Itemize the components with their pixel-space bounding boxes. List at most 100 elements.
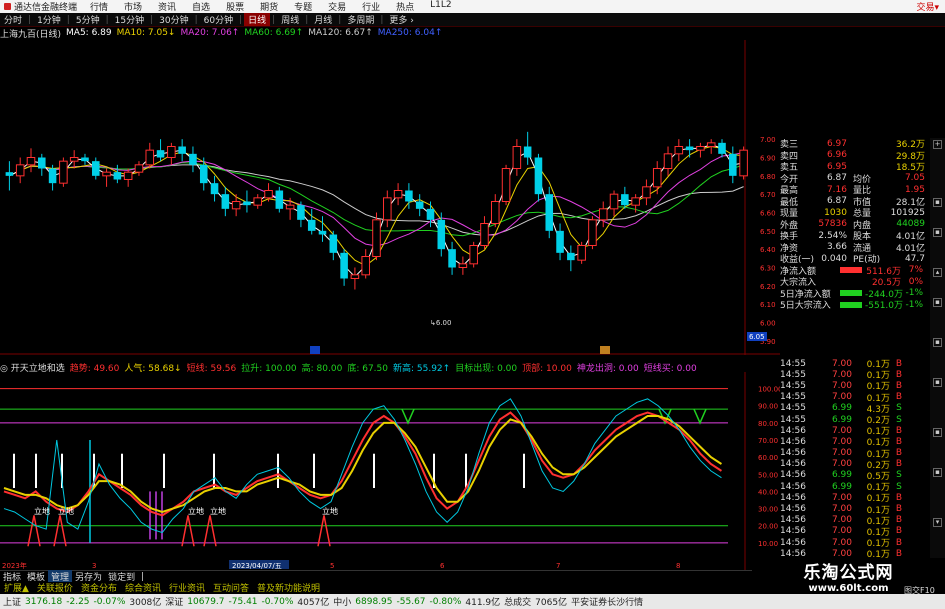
tick-time: 14:56 — [780, 504, 806, 515]
candlestick-chart[interactable]: 7.00 6.90 6.80 6.70 6.60 6.50 6.40 6.30 6.20 6.10… — [0, 40, 780, 355]
candle-body — [663, 153, 673, 170]
status-item-14: 411.9亿 — [465, 598, 501, 608]
period-tab-3[interactable]: 15分钟 — [111, 13, 148, 26]
menu-item-4[interactable]: 股票 — [218, 0, 252, 13]
panel-icon-c[interactable]: ▪ — [933, 298, 942, 307]
panel-icon-f[interactable]: ▪ — [933, 428, 942, 437]
tick-price: 7.00 — [831, 459, 852, 470]
period-tab-7[interactable]: 周线 — [277, 13, 303, 26]
panel-icon-e[interactable]: ▪ — [933, 378, 942, 387]
scroll-up-icon[interactable]: ▴ — [933, 268, 942, 277]
tick-side: B — [895, 448, 903, 459]
quote-value: 6.96 — [826, 150, 847, 161]
menu-item-8[interactable]: 行业 — [354, 0, 388, 13]
menu-item-10[interactable]: L1L2 — [422, 0, 459, 13]
price-tick-label: 6.50 — [760, 228, 776, 236]
period-tab-6[interactable]: 日线 — [244, 13, 271, 26]
candle-body — [38, 157, 46, 169]
panel-icon-d[interactable]: ▪ — [933, 338, 942, 347]
extension-tab-3[interactable]: 综合资讯 — [121, 581, 165, 594]
tick-side: B — [895, 459, 903, 470]
indicator-tick-label: 20.00 — [758, 523, 778, 531]
menu-item-2[interactable]: 资讯 — [150, 0, 184, 13]
ma-legend-3: MA60: 6.69↑ — [244, 28, 304, 38]
extension-tab-1[interactable]: 关联报价 — [33, 581, 77, 594]
tick-price: 7.00 — [831, 425, 852, 436]
indicator-tick-label: 50.00 — [758, 471, 778, 479]
quote-value: 57836 — [818, 219, 847, 230]
scroll-down-icon[interactable]: ▾ — [933, 518, 942, 527]
candle-body — [264, 190, 273, 199]
period-tab-10[interactable]: 更多 › — [385, 13, 417, 26]
tick-price: 7.00 — [831, 526, 852, 537]
menu-item-0[interactable]: 行情 — [82, 0, 116, 13]
period-tab-0[interactable]: 分时 — [0, 13, 26, 26]
extension-tab-6[interactable]: 普及新功能说明 — [253, 581, 324, 594]
period-tab-2[interactable]: 5分钟 — [72, 13, 104, 26]
flow-percent: -1% — [905, 299, 923, 310]
period-tab-8[interactable]: 月线 — [310, 13, 336, 26]
tick-side: B — [895, 537, 903, 548]
menu-item-1[interactable]: 市场 — [116, 0, 150, 13]
menu-item-3[interactable]: 自选 — [184, 0, 218, 13]
candle-body — [134, 164, 144, 173]
menu-item-6[interactable]: 专题 — [286, 0, 320, 13]
candle-body — [102, 171, 111, 177]
tick-time: 14:55 — [780, 358, 806, 369]
quote-panel: 卖三 6.97 36.2万 卖四 6.96 29.8万 卖五 6.95 18.5万 今开 6.87 均… — [780, 138, 930, 354]
tick-time: 14:56 — [780, 459, 806, 470]
status-item-5: 深证 — [165, 598, 184, 608]
tick-time: 14:55 — [780, 380, 806, 391]
f10-label[interactable]: 图交F10 — [904, 585, 935, 596]
ma-legend-5: MA250: 6.04↑ — [377, 28, 443, 38]
tick-side: B — [895, 380, 903, 391]
period-tab-4[interactable]: 30分钟 — [155, 13, 192, 26]
status-item-3: -0.07% — [93, 596, 126, 607]
menu-item-7[interactable]: 交易 — [320, 0, 354, 13]
tick-side: B — [895, 504, 903, 515]
period-separator: | — [105, 14, 109, 25]
panel-icon-b[interactable]: ▪ — [933, 228, 942, 237]
indicator-chart[interactable]: 100.00 90.00 80.00 70.00 60.00 50.00 40.00 30.0… — [0, 372, 780, 570]
panel-icon-a[interactable]: ▪ — [933, 198, 942, 207]
extension-tab-2[interactable]: 资金分布 — [77, 581, 121, 594]
tick-price: 7.00 — [831, 504, 852, 515]
price-tick-label: 6.60 — [760, 210, 776, 218]
tick-time: 14:56 — [780, 448, 806, 459]
status-item-10: 中小 — [333, 598, 352, 608]
tick-list[interactable]: 14:55 7.00 0.1万 B 14:55 7.00 0.1万 B 14:55 7.00 0.1… — [780, 358, 930, 572]
menu-item-9[interactable]: 热点 — [388, 0, 422, 13]
extension-tab-5[interactable]: 互动问答 — [209, 581, 253, 594]
app-logo-icon — [4, 3, 11, 10]
candle-body — [350, 274, 360, 279]
period-tab-9[interactable]: 多周期 — [343, 13, 378, 26]
price-tick-label: 6.00 — [760, 320, 776, 328]
quote-value: 7.16 — [826, 184, 847, 195]
candle-body — [534, 157, 543, 195]
indicator-tick-label: 100.00 — [758, 386, 780, 394]
quote-value: 3.66 — [826, 242, 847, 253]
panel-icon-g[interactable]: ▪ — [933, 468, 942, 477]
tick-price: 7.00 — [831, 515, 852, 526]
tick-time: 14:55 — [780, 414, 806, 425]
trade-menu-button[interactable]: 交易▾ — [916, 0, 945, 13]
menu-item-5[interactable]: 期货 — [252, 0, 286, 13]
period-tab-1[interactable]: 1分钟 — [33, 13, 65, 26]
ma-legend-bar: 上海九百(日线) MA5: 6.89 MA10: 7.05↓ MA20: 7.06↑… — [0, 27, 760, 40]
expand-icon[interactable]: + — [933, 140, 942, 149]
status-item-1: 3176.18 — [25, 596, 63, 607]
indicator-tab-5[interactable]: | — [138, 572, 147, 582]
period-tab-5[interactable]: 60分钟 — [200, 13, 237, 26]
candle-body — [588, 219, 597, 246]
extension-tab-4[interactable]: 行业资讯 — [165, 581, 209, 594]
extension-tab-0[interactable]: 扩展▲ — [0, 581, 33, 594]
candle-body — [383, 197, 392, 221]
tick-side: B — [895, 515, 903, 526]
candle-body — [145, 149, 155, 166]
tick-time: 14:55 — [780, 369, 806, 380]
flow-label: 5日大宗流入 — [780, 301, 831, 312]
tick-price: 7.00 — [831, 492, 852, 503]
x-axis-label: 7 — [556, 562, 560, 570]
tick-side: B — [895, 492, 903, 503]
status-item-11: 6898.95 — [355, 596, 393, 607]
